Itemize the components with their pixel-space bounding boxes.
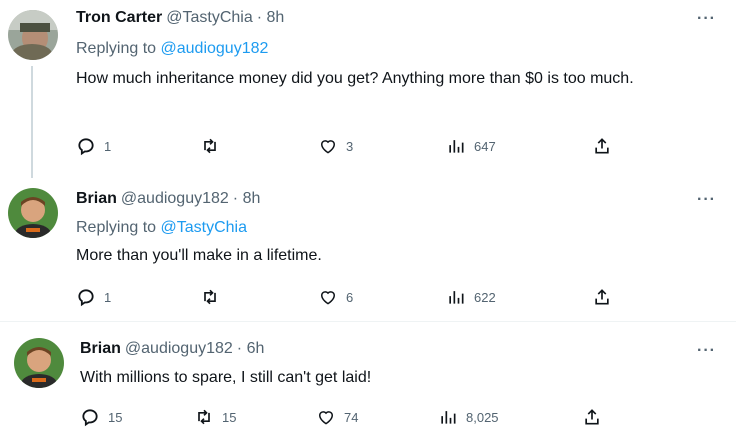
more-options-icon[interactable]: ··· <box>697 10 716 28</box>
mention-link[interactable]: @TastyChia <box>161 219 248 236</box>
retweet-button[interactable] <box>200 135 228 157</box>
like-count: 74 <box>344 409 359 425</box>
tweet-header: Tron Carter @TastyChia · 8h <box>76 9 284 27</box>
share-icon <box>595 138 609 154</box>
like-button[interactable]: 3 <box>318 135 353 157</box>
reply-button[interactable]: 1 <box>76 286 111 308</box>
avatar[interactable] <box>8 10 58 60</box>
user-handle[interactable]: @TastyChia <box>166 9 253 26</box>
like-count: 6 <box>346 289 354 305</box>
tweet-actions: 1 6 622 <box>76 286 636 308</box>
share-icon <box>585 409 599 425</box>
tweet-3[interactable]: Brian @audioguy182 · 6h ··· With millions … <box>0 322 736 433</box>
views-icon <box>449 291 464 304</box>
reply-button[interactable]: 1 <box>76 135 111 157</box>
views-button[interactable]: 647 <box>446 135 496 157</box>
tweet-1[interactable]: Tron Carter @TastyChia · 8h ··· Replying t… <box>0 0 736 178</box>
retweet-button[interactable]: 15 <box>194 406 236 428</box>
display-name[interactable]: Brian <box>80 340 121 357</box>
reply-icon <box>82 409 98 427</box>
timestamp[interactable]: · 6h <box>237 340 265 357</box>
share-button[interactable] <box>582 406 602 428</box>
mention-link[interactable]: @audioguy182 <box>161 40 269 57</box>
tweet-text: With millions to spare, I still can't ge… <box>80 369 372 386</box>
replying-to: Replying to @TastyChia <box>76 219 247 237</box>
reply-count: 1 <box>104 138 112 154</box>
view-count: 622 <box>474 289 496 305</box>
tweet-text: More than you'll make in a lifetime. <box>76 247 322 264</box>
tweet-actions: 15 15 74 8,025 <box>80 406 620 428</box>
timestamp[interactable]: · 8h <box>233 190 261 207</box>
tweet-header: Brian @audioguy182 · 6h <box>80 340 264 358</box>
replying-to: Replying to @audioguy182 <box>76 40 268 58</box>
views-button[interactable]: 622 <box>446 286 496 308</box>
reply-count: 1 <box>104 289 112 305</box>
reply-icon <box>78 138 94 156</box>
retweet-button[interactable] <box>200 286 228 308</box>
reply-count: 15 <box>108 409 123 425</box>
retweet-icon <box>204 289 216 305</box>
like-button[interactable]: 74 <box>316 406 358 428</box>
views-icon <box>449 140 464 153</box>
view-count: 8,025 <box>466 409 499 425</box>
display-name[interactable]: Brian <box>76 190 117 207</box>
heart-icon <box>320 291 336 305</box>
share-button[interactable] <box>592 135 612 157</box>
retweet-icon <box>204 138 216 154</box>
views-icon <box>441 411 456 424</box>
view-count: 647 <box>474 138 496 154</box>
tweet-2[interactable]: Brian @audioguy182 · 8h ··· Replying to @T… <box>0 178 736 319</box>
reply-icon <box>78 289 94 307</box>
timestamp[interactable]: · 8h <box>257 9 285 26</box>
retweet-icon <box>198 409 210 425</box>
avatar[interactable] <box>8 188 58 238</box>
more-options-icon[interactable]: ··· <box>697 342 716 360</box>
user-handle[interactable]: @audioguy182 <box>125 340 233 357</box>
like-count: 3 <box>346 138 354 154</box>
tweet-header: Brian @audioguy182 · 8h <box>76 190 260 208</box>
avatar[interactable] <box>14 338 64 388</box>
heart-icon <box>318 411 334 425</box>
share-button[interactable] <box>592 286 612 308</box>
replying-to-label: Replying to <box>76 40 161 57</box>
retweet-count: 15 <box>222 409 237 425</box>
user-handle[interactable]: @audioguy182 <box>121 190 229 207</box>
like-button[interactable]: 6 <box>318 286 353 308</box>
tweet-actions: 1 3 647 <box>76 135 636 157</box>
share-icon <box>595 289 609 305</box>
reply-button[interactable]: 15 <box>80 406 122 428</box>
replying-to-label: Replying to <box>76 219 161 236</box>
views-button[interactable]: 8,025 <box>438 406 499 428</box>
heart-icon <box>320 140 336 154</box>
tweet-text: How much inheritance money did you get? … <box>76 70 634 87</box>
display-name[interactable]: Tron Carter <box>76 9 162 26</box>
more-options-icon[interactable]: ··· <box>697 191 716 209</box>
